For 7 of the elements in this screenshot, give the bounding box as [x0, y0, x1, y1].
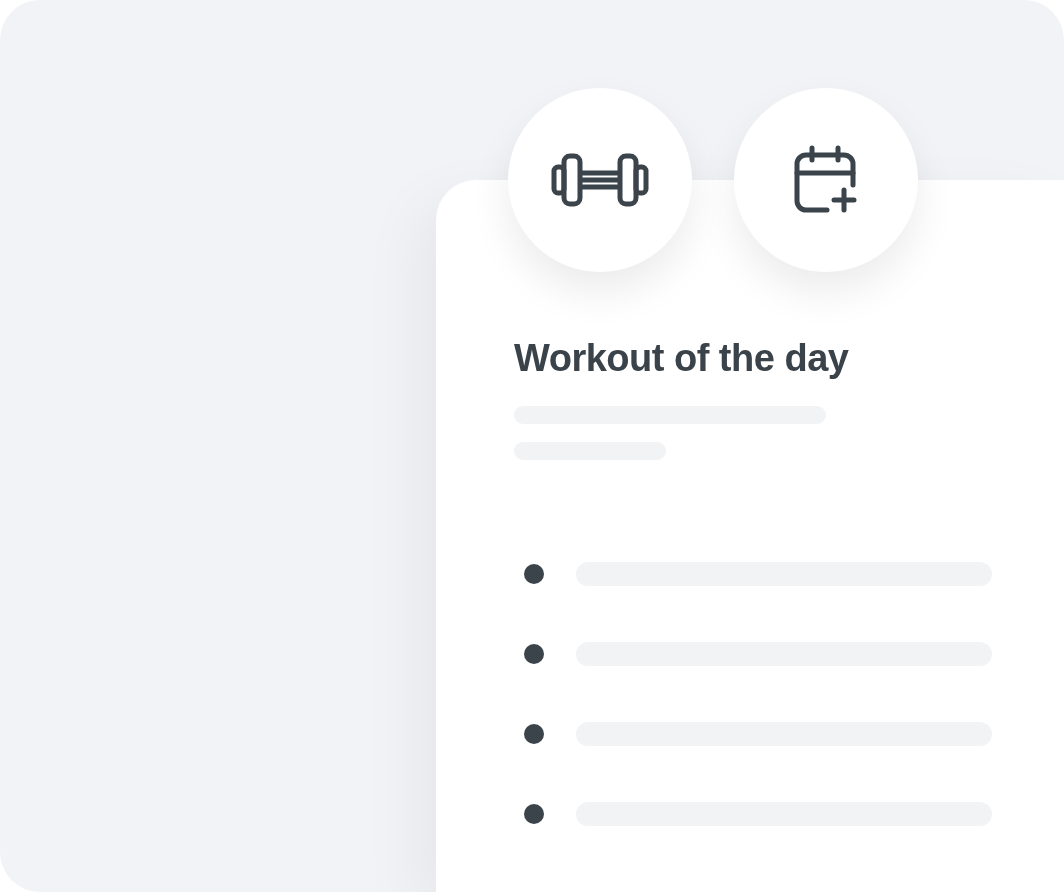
calendar-add-icon [793, 145, 859, 215]
dumbbell-icon [551, 153, 649, 207]
bullet-icon [524, 644, 544, 664]
bullet-icon [524, 804, 544, 824]
card-title: Workout of the day [514, 336, 849, 380]
bullet-icon [524, 724, 544, 744]
bullet-icon [524, 564, 544, 584]
